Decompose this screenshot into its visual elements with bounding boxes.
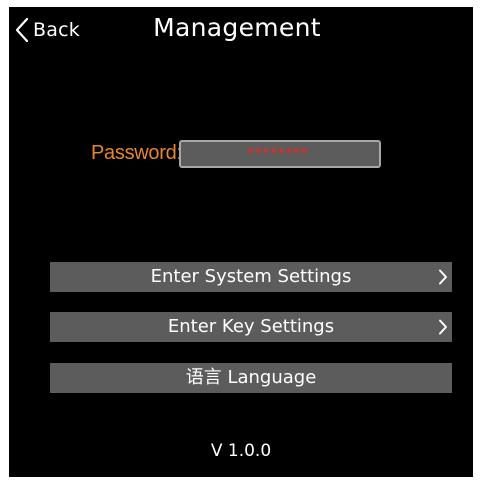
password-label: Password: bbox=[91, 142, 182, 164]
chevron-right-icon bbox=[439, 319, 447, 335]
enter-system-settings-button[interactable]: Enter System Settings bbox=[50, 262, 452, 292]
version-label: V 1.0.0 bbox=[210, 441, 272, 461]
language-label: 语言 Language bbox=[185, 367, 317, 388]
enter-key-settings-button[interactable]: Enter Key Settings bbox=[50, 312, 452, 342]
enter-system-settings-label: Enter System Settings bbox=[150, 266, 352, 287]
management-screen: Back Management Password: Enter System S… bbox=[9, 7, 473, 477]
page-title-text: Management bbox=[153, 13, 321, 42]
enter-key-settings-label: Enter Key Settings bbox=[167, 316, 335, 337]
chevron-right-icon bbox=[439, 269, 447, 285]
page-title: Management bbox=[9, 13, 473, 42]
language-button[interactable]: 语言 Language bbox=[50, 363, 452, 393]
password-field[interactable] bbox=[179, 140, 381, 168]
